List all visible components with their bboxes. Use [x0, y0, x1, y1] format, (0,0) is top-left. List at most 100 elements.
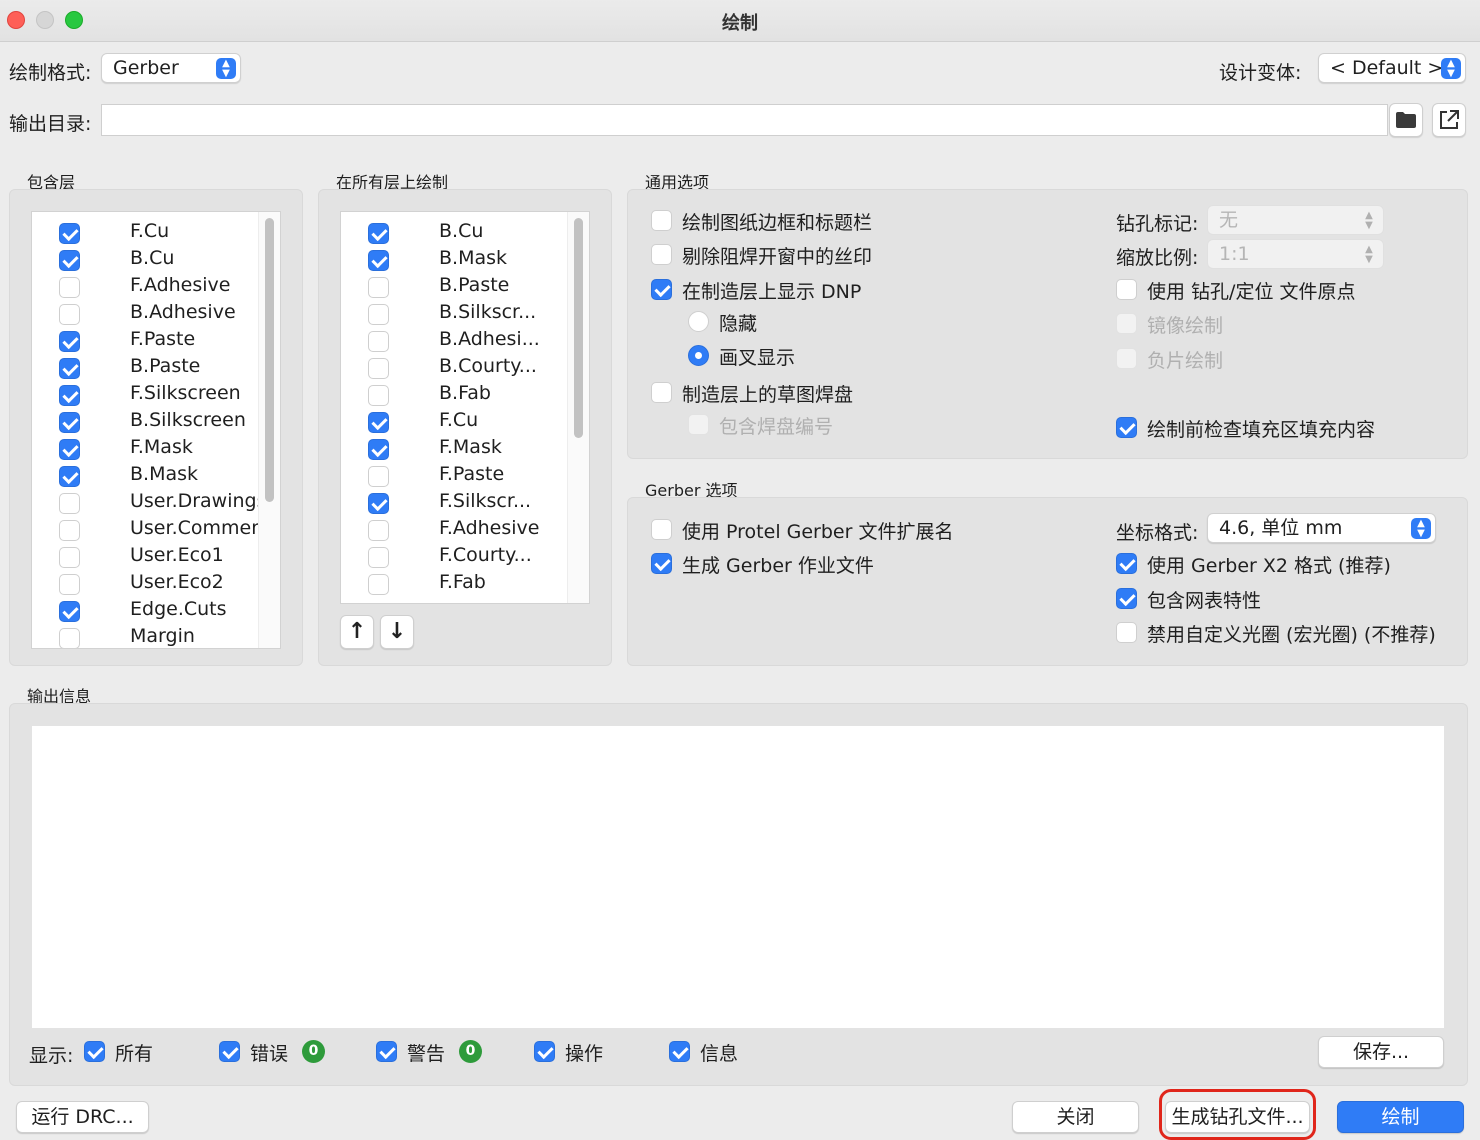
all-layer-row[interactable]: B.Courty...	[341, 354, 589, 381]
pad-numbers-checkbox[interactable]	[688, 414, 709, 435]
job-file-checkbox[interactable]	[651, 553, 672, 574]
include-layers-scrollbar[interactable]	[258, 212, 280, 648]
sketch-pads-checkbox[interactable]	[651, 382, 672, 403]
include-layer-row[interactable]: User.Eco1	[32, 543, 280, 570]
include-layer-row[interactable]: User.Drawings	[32, 489, 280, 516]
plot-button[interactable]: 绘制	[1337, 1101, 1464, 1133]
format-select[interactable]: Gerber ▲ ▼	[101, 53, 241, 83]
drill-marks-select[interactable]: 无 ▲ ▼	[1207, 205, 1384, 235]
include-layer-checkbox[interactable]	[59, 277, 80, 298]
all-layer-checkbox[interactable]	[368, 223, 389, 244]
all-layer-row[interactable]: F.Mask	[341, 435, 589, 462]
include-layer-row[interactable]: Margin	[32, 624, 280, 648]
all-layers-list[interactable]: F.Fab F.Courty... F.Adhesive F.Silkscr... F.…	[340, 211, 590, 604]
all-layer-checkbox[interactable]	[368, 304, 389, 325]
remove-silk-checkbox[interactable]	[651, 244, 672, 265]
include-layer-row[interactable]: User.Commen	[32, 516, 280, 543]
filter-errors-checkbox[interactable]	[219, 1041, 240, 1062]
all-layer-checkbox[interactable]	[368, 250, 389, 271]
all-layer-row[interactable]: B.Cu	[341, 219, 589, 246]
protel-ext-checkbox[interactable]	[651, 519, 672, 540]
open-folder-button[interactable]	[1432, 103, 1466, 137]
x2-checkbox[interactable]	[1116, 553, 1137, 574]
include-layers-list[interactable]: Margin Edge.Cuts User.Eco2 User.Eco1 User.Co…	[31, 211, 281, 649]
all-layer-checkbox[interactable]	[368, 574, 389, 595]
include-layer-row[interactable]: B.Paste	[32, 354, 280, 381]
include-layer-checkbox[interactable]	[59, 250, 80, 271]
all-layer-checkbox[interactable]	[368, 493, 389, 514]
all-layer-checkbox[interactable]	[368, 385, 389, 406]
filter-all-checkbox[interactable]	[84, 1041, 105, 1062]
include-layer-row[interactable]: B.Silkscreen	[32, 408, 280, 435]
include-layer-row[interactable]: B.Cu	[32, 246, 280, 273]
all-layer-row[interactable]: B.Paste	[341, 273, 589, 300]
all-layer-row[interactable]: F.Paste	[341, 462, 589, 489]
output-dir-input[interactable]	[101, 104, 1388, 136]
all-layer-row[interactable]: B.Mask	[341, 246, 589, 273]
include-layer-checkbox[interactable]	[59, 385, 80, 406]
include-layer-checkbox[interactable]	[59, 412, 80, 433]
all-layer-checkbox[interactable]	[368, 466, 389, 487]
scroll-thumb[interactable]	[265, 218, 274, 502]
include-layer-row[interactable]: F.Cu	[32, 219, 280, 246]
all-layer-checkbox[interactable]	[368, 412, 389, 433]
messages-area[interactable]	[32, 726, 1444, 1028]
include-layer-row[interactable]: F.Silkscreen	[32, 381, 280, 408]
all-layer-checkbox[interactable]	[368, 547, 389, 568]
all-layer-row[interactable]: B.Adhesi...	[341, 327, 589, 354]
all-layer-checkbox[interactable]	[368, 277, 389, 298]
all-layer-checkbox[interactable]	[368, 331, 389, 352]
filter-actions-checkbox[interactable]	[534, 1041, 555, 1062]
include-layer-checkbox[interactable]	[59, 628, 80, 648]
all-layer-checkbox[interactable]	[368, 520, 389, 541]
include-layer-row[interactable]: F.Paste	[32, 327, 280, 354]
check-zone-checkbox[interactable]	[1116, 417, 1137, 438]
include-layer-row[interactable]: Edge.Cuts	[32, 597, 280, 624]
move-down-button[interactable]: ↓	[380, 615, 414, 649]
all-layer-row[interactable]: F.Cu	[341, 408, 589, 435]
all-layer-checkbox[interactable]	[368, 358, 389, 379]
include-layer-checkbox[interactable]	[59, 331, 80, 352]
move-up-button[interactable]: ↑	[340, 615, 374, 649]
close-button[interactable]: 关闭	[1012, 1101, 1139, 1133]
include-layer-row[interactable]: User.Eco2	[32, 570, 280, 597]
all-layer-row[interactable]: B.Fab	[341, 381, 589, 408]
netlist-checkbox[interactable]	[1116, 588, 1137, 609]
include-layer-row[interactable]: B.Mask	[32, 462, 280, 489]
filter-warnings-checkbox[interactable]	[376, 1041, 397, 1062]
include-layer-checkbox[interactable]	[59, 493, 80, 514]
scale-select[interactable]: 1:1 ▲ ▼	[1207, 239, 1384, 269]
negative-checkbox[interactable]	[1116, 348, 1137, 369]
include-layer-row[interactable]: F.Adhesive	[32, 273, 280, 300]
all-layer-row[interactable]: B.Silkscr...	[341, 300, 589, 327]
scroll-thumb[interactable]	[574, 218, 583, 438]
include-layer-row[interactable]: F.Mask	[32, 435, 280, 462]
include-layer-checkbox[interactable]	[59, 520, 80, 541]
show-dnp-checkbox[interactable]	[651, 279, 672, 300]
all-layer-row[interactable]: F.Courty...	[341, 543, 589, 570]
include-layer-row[interactable]: B.Adhesive	[32, 300, 280, 327]
all-layer-row[interactable]: F.Fab	[341, 570, 589, 597]
filter-info-checkbox[interactable]	[669, 1041, 690, 1062]
save-messages-button[interactable]: 保存...	[1318, 1036, 1444, 1068]
include-layer-checkbox[interactable]	[59, 358, 80, 379]
all-layer-row[interactable]: F.Silkscr...	[341, 489, 589, 516]
include-layer-checkbox[interactable]	[59, 439, 80, 460]
include-layer-checkbox[interactable]	[59, 223, 80, 244]
coord-format-select[interactable]: 4.6, 单位 mm ▲ ▼	[1207, 513, 1436, 543]
dnp-hide-radio[interactable]	[688, 311, 709, 332]
aux-origin-checkbox[interactable]	[1116, 279, 1137, 300]
variant-select[interactable]: < Default > ▲ ▼	[1318, 53, 1466, 83]
all-layer-checkbox[interactable]	[368, 439, 389, 460]
mirror-checkbox[interactable]	[1116, 313, 1137, 334]
include-layer-checkbox[interactable]	[59, 574, 80, 595]
generate-drill-files-button[interactable]: 生成钻孔文件...	[1165, 1101, 1310, 1133]
include-layer-checkbox[interactable]	[59, 304, 80, 325]
dnp-cross-radio[interactable]	[688, 345, 709, 366]
browse-folder-button[interactable]	[1389, 103, 1423, 137]
plot-border-checkbox[interactable]	[651, 210, 672, 231]
disable-aperture-checkbox[interactable]	[1116, 622, 1137, 643]
include-layer-checkbox[interactable]	[59, 601, 80, 622]
include-layer-checkbox[interactable]	[59, 466, 80, 487]
run-drc-button[interactable]: 运行 DRC...	[16, 1101, 149, 1133]
